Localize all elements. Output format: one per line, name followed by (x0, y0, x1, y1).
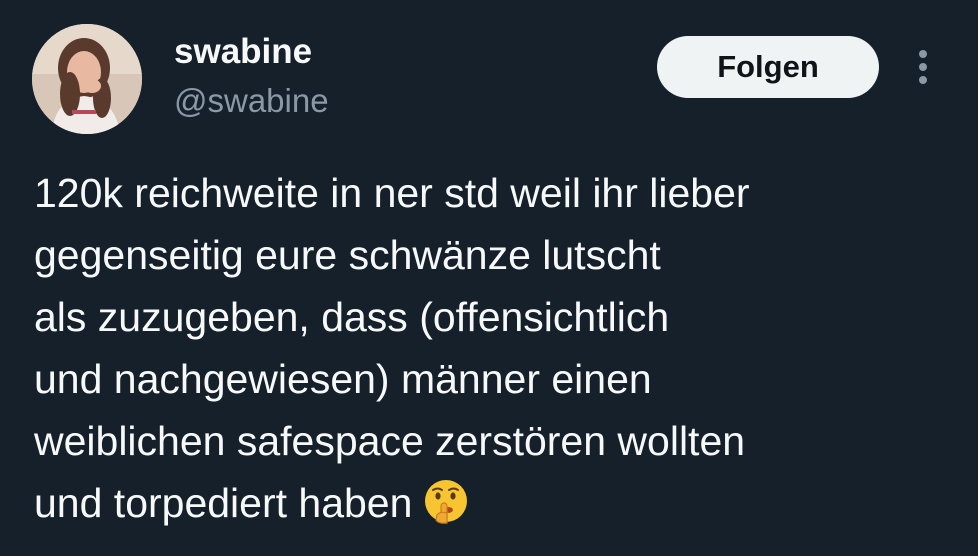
tweet-line: weiblichen safespace zerstören wollten (34, 418, 746, 464)
tweet-line: als zuzugeben, dass (offensichtlich (34, 294, 670, 340)
avatar[interactable] (32, 24, 142, 134)
avatar-image (32, 24, 142, 134)
user-handle[interactable]: @swabine (174, 80, 329, 122)
display-name[interactable]: swabine (174, 30, 312, 74)
tweet-line: und nachgewiesen) männer einen (34, 356, 652, 402)
shushing-face-icon (425, 480, 468, 524)
tweet-line: 120k reichweite in ner std weil ihr lieb… (34, 170, 750, 216)
tweet-line-last: und torpediert haben (34, 472, 954, 534)
tweet-line: gegenseitig eure schwänze lutscht (34, 232, 661, 278)
more-vertical-icon[interactable] (910, 46, 936, 88)
follow-button[interactable]: Folgen (657, 36, 879, 98)
tweet-card: swabine @swabine Folgen 120k reichweite … (0, 0, 978, 556)
tweet-text: 120k reichweite in ner std weil ihr lieb… (34, 162, 954, 534)
tweet-line-text: und torpediert haben (34, 480, 413, 526)
